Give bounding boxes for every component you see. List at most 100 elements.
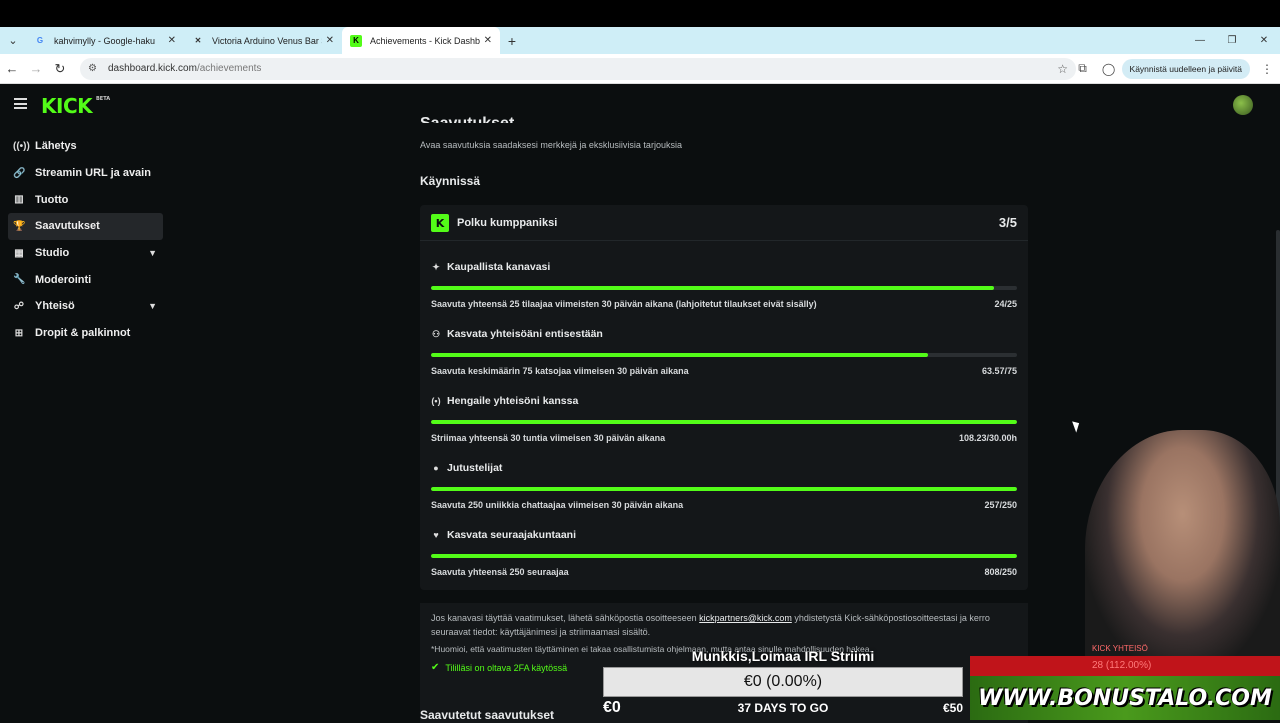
- achievement-description: Saavuta 250 uniikkia chattaajaa viimeise…: [431, 500, 684, 510]
- achievement-value: 63.57/75: [981, 366, 1017, 376]
- hamburger-menu-icon[interactable]: [14, 98, 27, 109]
- sidebar-item-studio[interactable]: ▦ Studio ▼: [8, 240, 163, 267]
- update-restart-button[interactable]: Käynnistä uudelleen ja päivitä: [1121, 58, 1250, 79]
- sidebar-item-stream-url[interactable]: 🔗 Streamin URL ja avain: [8, 160, 163, 187]
- broadcast-icon: ((•)): [13, 140, 30, 152]
- card-header[interactable]: K Polku kumppaniksi 3/5: [420, 205, 1028, 241]
- partner-email-link[interactable]: kickpartners@kick.com: [699, 613, 792, 623]
- kick-logo-icon: K: [431, 214, 449, 232]
- section-heading-in-progress: Käynnissä: [420, 174, 481, 188]
- progress-bar: [431, 353, 1017, 357]
- browser-tab[interactable]: ✕ Victoria Arduino Venus Bar 3GR ✕: [184, 27, 342, 54]
- chat-icon: ●: [433, 463, 439, 473]
- promo-progress: 28 (112.00%): [970, 656, 1280, 676]
- browser-tab[interactable]: G kahvimylly - Google-haku ✕: [26, 27, 184, 54]
- address-bar[interactable]: ⚙ dashboard.kick.com/achievements ☆: [80, 57, 1076, 80]
- beta-badge: BETA: [96, 96, 111, 102]
- card-title: Polku kumppaniksi: [457, 217, 558, 229]
- progress-bar: [431, 420, 1017, 424]
- sidebar-item-tuotto[interactable]: ▥ Tuotto: [8, 186, 163, 213]
- achievement-description: Saavuta yhteensä 250 seuraajaa: [431, 567, 569, 577]
- bookmark-star-icon[interactable]: ☆: [1057, 62, 1068, 76]
- close-icon[interactable]: ✕: [168, 35, 176, 46]
- achievement-title: Kaupallista kanavasi: [447, 261, 551, 273]
- achievement-value: 108.23/30.00h: [958, 433, 1017, 443]
- promo-label: KICK YHTEISÖ: [1092, 644, 1148, 653]
- progress-bar: [431, 487, 1017, 491]
- google-icon: G: [36, 36, 44, 45]
- progress-bar: [431, 286, 1017, 290]
- progress-fill: [431, 554, 1017, 558]
- achievement-description: Striimaa yhteensä 30 tuntia viimeisen 30…: [431, 433, 666, 443]
- kick-logo[interactable]: KICK BETA: [41, 94, 110, 118]
- avatar[interactable]: [1233, 95, 1253, 115]
- achievement-item: ● Jutustelijat Saavuta 250 uniikkia chatt…: [431, 462, 1017, 522]
- broadcast-icon: (•): [431, 396, 441, 406]
- app-header: KICK BETA: [0, 85, 1280, 125]
- achievement-value: 257/250: [984, 500, 1017, 510]
- achievement-card: K Polku kumppaniksi 3/5 ✦ Kaupallista kan…: [420, 205, 1028, 590]
- tab-search-icon[interactable]: ⌄: [0, 27, 26, 54]
- link-icon: 🔗: [13, 167, 26, 179]
- sidebar-item-label: Saavutukset: [35, 220, 100, 233]
- sidebar-item-label: Lähetys: [35, 140, 77, 153]
- goal-target: €50: [942, 701, 963, 715]
- browser-tab-bar: ⌄ G kahvimylly - Google-haku ✕ ✕ Victori…: [0, 27, 1280, 54]
- tab-title: Victoria Arduino Venus Bar 3GR: [212, 35, 322, 46]
- progress-fill: [431, 487, 1017, 491]
- sidebar-item-yhteiso[interactable]: ☍ Yhteisö ▼: [8, 293, 163, 320]
- achievement-description: Saavuta keskimäärin 75 katsojaa viimeise…: [431, 366, 689, 376]
- tab-title: Achievements - Kick Dashboard: [370, 35, 480, 46]
- sidebar-item-label: Streamin URL ja avain: [35, 167, 151, 180]
- chevron-down-icon: ▼: [148, 301, 157, 312]
- browser-tab-active[interactable]: K Achievements - Kick Dashboard ✕: [342, 27, 500, 54]
- reload-icon[interactable]: ↻: [48, 61, 72, 77]
- sidebar-item-label: Dropit & palkinnot: [35, 327, 131, 340]
- minimize-icon[interactable]: —: [1184, 27, 1216, 54]
- donation-goal-overlay: Munkkis,Loimaa IRL Striimi €0 (0.00%) €0…: [603, 648, 963, 720]
- chart-icon: ▥: [14, 194, 24, 206]
- achievement-value: 24/25: [994, 299, 1017, 309]
- sidebar-item-label: Tuotto: [35, 193, 69, 206]
- forward-icon[interactable]: →: [24, 61, 48, 76]
- achievement-title: Kasvata seuraajakuntaani: [447, 529, 576, 541]
- wrench-icon: 🔧: [13, 274, 26, 286]
- back-icon[interactable]: ←: [0, 61, 24, 76]
- progress-bar: [431, 554, 1017, 558]
- new-tab-icon[interactable]: +: [500, 33, 524, 49]
- close-icon[interactable]: ✕: [326, 35, 334, 46]
- screen-top-strip: [0, 0, 1280, 27]
- sidebar-item-lahetys[interactable]: ((•)) Lähetys: [8, 133, 163, 160]
- url-host: dashboard.kick.com: [108, 63, 197, 74]
- sidebar-item-dropit[interactable]: ⊞ Dropit & palkinnot: [8, 320, 163, 347]
- achievement-item: ♥ Kasvata seuraajakuntaani Saavuta yhteen…: [431, 529, 1017, 589]
- progress-fill: [431, 420, 1017, 424]
- sidebar-item-label: Yhteisö: [35, 300, 75, 313]
- chevron-down-icon: ▼: [148, 248, 157, 259]
- close-window-icon[interactable]: ✕: [1248, 27, 1280, 54]
- restore-icon[interactable]: ❐: [1216, 27, 1248, 54]
- close-icon[interactable]: ✕: [484, 35, 492, 46]
- achievement-description: Saavuta yhteensä 25 tilaajaa viimeisten …: [431, 299, 817, 309]
- extensions-icon[interactable]: ⧉: [1070, 61, 1096, 76]
- progress-fill: [431, 353, 928, 357]
- tab-title: kahvimylly - Google-haku: [54, 35, 156, 46]
- achievement-item: ⚇ Kasvata yhteisöäni entisestään Saavuta …: [431, 328, 1017, 388]
- achievement-value: 808/250: [984, 567, 1017, 577]
- url-path: /achievements: [196, 63, 262, 74]
- site-info-icon[interactable]: ⚙: [88, 63, 102, 74]
- gift-icon: ⊞: [14, 327, 24, 339]
- sidebar: ((•)) Lähetys 🔗 Streamin URL ja avain ▥ Tuo…: [8, 133, 163, 347]
- menu-dots-icon[interactable]: ⋮: [1254, 62, 1280, 76]
- sidebar-item-saavutukset[interactable]: 🏆 Saavutukset: [8, 213, 163, 240]
- victoria-arduino-icon: ✕: [194, 36, 202, 45]
- kick-icon: K: [350, 34, 362, 47]
- page-title: Saavutukset: [420, 115, 514, 123]
- achievement-item: ✦ Kaupallista kanavasi Saavuta yhteensä 2…: [431, 261, 1017, 321]
- sidebar-item-moderointi[interactable]: 🔧 Moderointi: [8, 266, 163, 293]
- check-icon: ✔: [431, 662, 440, 673]
- trophy-icon: 🏆: [13, 220, 26, 232]
- profile-icon[interactable]: ◯: [1096, 62, 1122, 76]
- partner-info-text: Jos kanavasi täyttää vaatimukset, lähetä…: [431, 613, 990, 637]
- heart-icon: ♥: [433, 530, 439, 540]
